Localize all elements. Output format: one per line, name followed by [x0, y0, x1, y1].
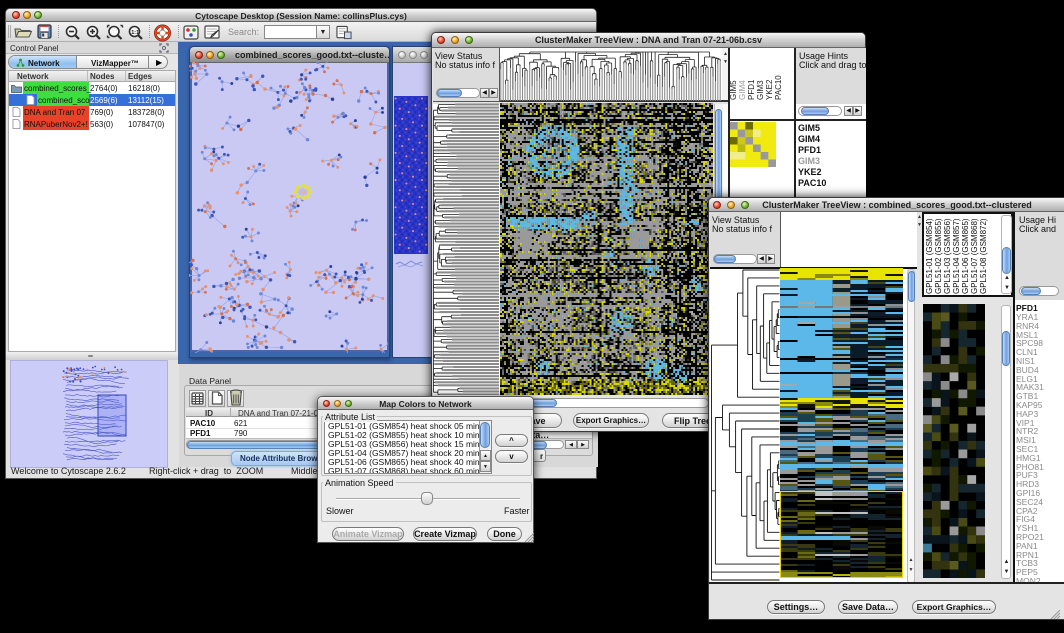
svg-text:GIM3: GIM3: [756, 80, 765, 100]
svg-text:GPL51-01 (GSM854): GPL51-01 (GSM854): [925, 218, 934, 294]
svg-text:GPL51-03 (GSM856): GPL51-03 (GSM856): [943, 218, 952, 294]
svg-text:PAC10: PAC10: [774, 75, 783, 100]
svg-text:1:1: 1:1: [131, 30, 139, 36]
svg-text:GPL51-08 (GSM872): GPL51-08 (GSM872): [979, 218, 988, 294]
svg-text:GPL51-07 (GSM868): GPL51-07 (GSM868): [970, 218, 979, 294]
svg-text:YKE2: YKE2: [765, 79, 774, 100]
svg-text:GIM4: GIM4: [738, 80, 747, 100]
svg-text:GPL51-06 (GSM865): GPL51-06 (GSM865): [961, 218, 970, 294]
svg-text:GPL51-04 (GSM857): GPL51-04 (GSM857): [952, 218, 961, 294]
svg-text:GPL51-02 (GSM855): GPL51-02 (GSM855): [934, 218, 943, 294]
svg-text:PFD1: PFD1: [747, 79, 756, 100]
svg-text:GIM5: GIM5: [729, 80, 738, 100]
